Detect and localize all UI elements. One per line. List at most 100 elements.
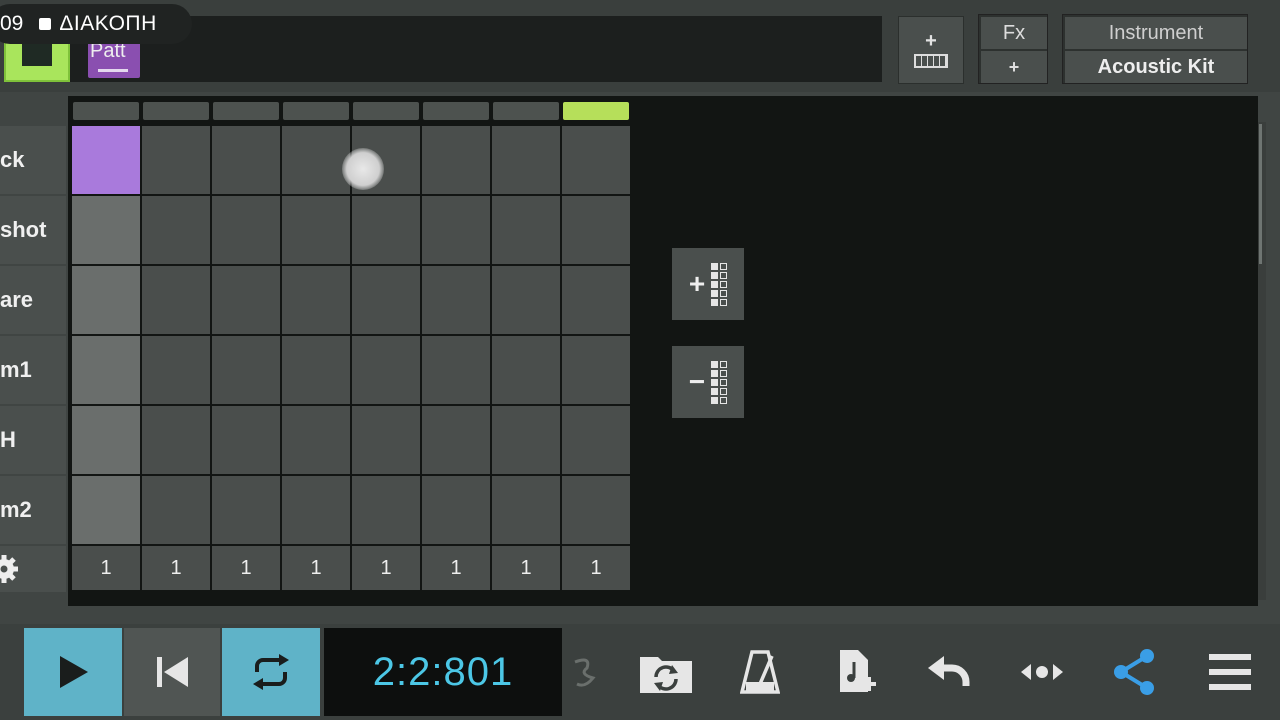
track-label[interactable]: shot: [0, 196, 66, 264]
step-cell[interactable]: [422, 126, 490, 194]
step-cell[interactable]: [352, 406, 420, 474]
step-cell[interactable]: [352, 266, 420, 334]
step-cell[interactable]: [562, 126, 630, 194]
step-velocity-cell[interactable]: 1: [212, 546, 280, 590]
step-cell[interactable]: [142, 126, 210, 194]
fx-button[interactable]: Fx: [981, 17, 1047, 49]
sync-folder-button[interactable]: [636, 640, 696, 704]
step-cell[interactable]: [422, 266, 490, 334]
step-cell[interactable]: [282, 126, 350, 194]
metronome-icon: [740, 650, 780, 694]
step-cell[interactable]: [72, 266, 140, 334]
step-cell[interactable]: [282, 406, 350, 474]
drum-sequencer-app: 09 ΔΙΑΚΟΠΗ Patt + Fx + Instrument Acoust…: [0, 0, 1280, 720]
track-label[interactable]: m1: [0, 336, 66, 404]
undo-button[interactable]: [918, 640, 978, 704]
share-button[interactable]: [1104, 640, 1164, 704]
track-label[interactable]: are: [0, 266, 66, 334]
track-settings-button[interactable]: [0, 546, 66, 592]
keyboard-icon: [914, 54, 948, 68]
step-velocity-cell[interactable]: 1: [492, 546, 560, 590]
step-velocity-cell[interactable]: 1: [352, 546, 420, 590]
expand-button[interactable]: [1012, 640, 1072, 704]
track-label[interactable]: H: [0, 406, 66, 474]
step-cell[interactable]: [282, 266, 350, 334]
step-cell[interactable]: [72, 336, 140, 404]
step-indicator: [283, 102, 349, 120]
step-cell[interactable]: [282, 196, 350, 264]
step-cell[interactable]: [562, 406, 630, 474]
step-cell[interactable]: [422, 196, 490, 264]
step-cell[interactable]: [422, 476, 490, 544]
play-button[interactable]: [24, 628, 122, 716]
share-icon: [1114, 649, 1154, 695]
step-indicator: [563, 102, 629, 120]
touch-indicator: [342, 148, 384, 190]
step-cell[interactable]: [142, 406, 210, 474]
steps-grid-icon: [711, 360, 728, 404]
step-cell[interactable]: [562, 196, 630, 264]
step-cell[interactable]: [562, 266, 630, 334]
step-cell[interactable]: [142, 476, 210, 544]
time-display: 2:2:801: [324, 628, 562, 716]
step-cell[interactable]: [212, 196, 280, 264]
step-cell[interactable]: [72, 196, 140, 264]
loop-button[interactable]: [222, 628, 320, 716]
step-indicator: [213, 102, 279, 120]
step-indicator: [493, 102, 559, 120]
step-cell[interactable]: [212, 126, 280, 194]
step-cell[interactable]: [492, 266, 560, 334]
add-fx-button[interactable]: +: [981, 51, 1047, 83]
track-label[interactable]: ck: [0, 126, 66, 194]
step-cell[interactable]: [352, 336, 420, 404]
step-cell[interactable]: [212, 336, 280, 404]
step-cell[interactable]: [72, 476, 140, 544]
step-velocity-cell[interactable]: 1: [72, 546, 140, 590]
instrument-name[interactable]: Acoustic Kit: [1065, 51, 1247, 83]
new-song-button[interactable]: [826, 640, 886, 704]
menu-button[interactable]: [1200, 640, 1260, 704]
step-velocity-cell[interactable]: 1: [142, 546, 210, 590]
status-time: 09: [0, 12, 24, 35]
add-keyboard-button[interactable]: +: [898, 16, 964, 84]
step-cell[interactable]: [492, 406, 560, 474]
plus-icon: +: [925, 30, 937, 52]
metronome-button[interactable]: [730, 640, 790, 704]
step-cell[interactable]: [212, 476, 280, 544]
step-cell[interactable]: [562, 336, 630, 404]
step-cell[interactable]: [72, 126, 140, 194]
step-cell[interactable]: [492, 196, 560, 264]
step-cell[interactable]: [492, 336, 560, 404]
rewind-button[interactable]: [124, 628, 220, 716]
step-cell[interactable]: [492, 126, 560, 194]
step-velocity-cell[interactable]: 1: [562, 546, 630, 590]
step-cell[interactable]: [212, 266, 280, 334]
step-cell[interactable]: [562, 476, 630, 544]
track-label[interactable]: m2: [0, 476, 66, 544]
remove-steps-button[interactable]: −: [672, 346, 744, 418]
step-cell[interactable]: [72, 406, 140, 474]
step-cell[interactable]: [212, 406, 280, 474]
step-cell[interactable]: [142, 266, 210, 334]
step-cell[interactable]: [352, 476, 420, 544]
step-cell[interactable]: [142, 336, 210, 404]
step-cell[interactable]: [142, 196, 210, 264]
step-cell[interactable]: [422, 336, 490, 404]
step-velocity-cell[interactable]: 1: [282, 546, 350, 590]
step-velocity-cell[interactable]: 1: [422, 546, 490, 590]
tempo-icon[interactable]: [566, 640, 602, 704]
instrument-label[interactable]: Instrument: [1065, 17, 1247, 49]
pattern-chip[interactable]: Patt: [88, 38, 140, 78]
step-indicator: [423, 102, 489, 120]
step-cell[interactable]: [352, 196, 420, 264]
add-steps-button[interactable]: +: [672, 248, 744, 320]
step-cell[interactable]: [492, 476, 560, 544]
step-cell[interactable]: [422, 406, 490, 474]
step-cell[interactable]: [282, 336, 350, 404]
horizontal-expand-icon: [1021, 664, 1063, 680]
play-icon: [60, 656, 88, 688]
stop-icon: [39, 18, 52, 30]
step-cell[interactable]: [282, 476, 350, 544]
folder-sync-icon: [640, 657, 692, 693]
vertical-scrollbar[interactable]: [1258, 122, 1266, 600]
